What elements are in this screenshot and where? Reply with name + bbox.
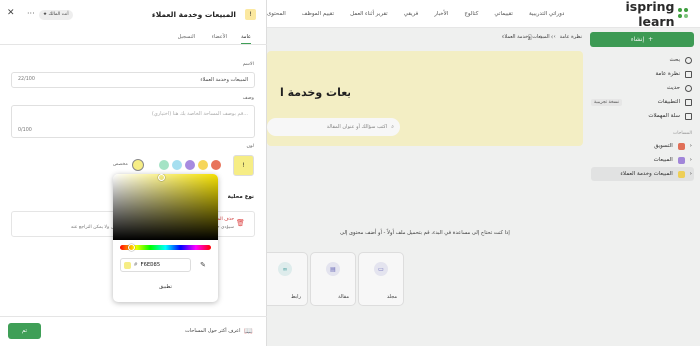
nav-item[interactable]: تقييماتي (494, 11, 513, 17)
space-settings-panel: ! المبيعات وخدمة العملاء ✕ ··· ★ أنت الم… (0, 0, 267, 346)
nav-item[interactable]: دوراتي التدريبية (529, 11, 564, 17)
custom-color-label: مخصص (113, 162, 128, 167)
hue-handle[interactable] (128, 244, 135, 251)
selected-color-preview[interactable]: ! (233, 155, 254, 176)
tab-general[interactable]: عامة (241, 34, 251, 44)
logo-icon (678, 7, 690, 20)
book-icon: 📖 (244, 327, 253, 335)
color-swatch[interactable] (172, 160, 182, 170)
color-label: لون (246, 144, 254, 149)
color-picker-popover: # F6ED85 ✎ تطبيق (113, 174, 218, 302)
description-placeholder: قم بوصف المساحة الخاصة بك هنا (اختياري).… (151, 111, 248, 117)
app-logo[interactable]: ispring learn (588, 0, 690, 29)
color-swatch[interactable] (198, 160, 208, 170)
close-icon[interactable]: ✕ (7, 8, 15, 18)
color-swatch[interactable] (185, 160, 195, 170)
nav-item[interactable]: المحتوى (267, 11, 286, 17)
name-label: الاسم (242, 62, 254, 67)
nav-item[interactable]: تقييم الموظف (302, 11, 334, 17)
description-counter: 0/100 (18, 128, 32, 133)
nav-item[interactable]: تقرير أثناء العمل (350, 11, 388, 17)
nav-item[interactable]: الأخبار (434, 11, 448, 17)
saturation-value-area[interactable] (113, 174, 218, 240)
hex-input[interactable]: # F6ED85 (120, 258, 191, 272)
description-field[interactable]: قم بوصف المساحة الخاصة بك هنا (اختياري).… (11, 105, 255, 138)
hex-value: F6ED85 (140, 262, 161, 268)
apply-button[interactable]: تطبيق (113, 284, 218, 290)
logo-text: ispring learn (625, 0, 675, 29)
color-handle[interactable] (158, 174, 165, 181)
tab-registration[interactable]: التسجيل (178, 34, 195, 40)
nav-item[interactable]: كتالوج (464, 11, 478, 17)
eyedropper-icon[interactable]: ✎ (197, 259, 209, 271)
owner-chip-label: أنت المالك (48, 12, 69, 17)
danger-section-title: نوع محلية (227, 194, 254, 200)
done-button[interactable]: تم (8, 323, 41, 339)
name-field[interactable]: المبيعات وخدمة العملاء 22/100 (11, 72, 255, 88)
nav-items: دوراتي التدريبية تقييماتي كتالوج الأخبار… (267, 11, 564, 17)
nav-item[interactable]: فريقي (404, 11, 419, 17)
tab-members[interactable]: الأعضاء (212, 34, 227, 40)
color-swatch[interactable] (211, 160, 221, 170)
hex-hash: # (134, 262, 138, 268)
owner-chip: ★ أنت المالك (39, 10, 73, 20)
learn-more-link[interactable]: اعرف أكثر حول المساحات (185, 328, 241, 334)
name-counter: 22/100 (18, 77, 35, 82)
space-emoji-icon[interactable]: ! (245, 9, 256, 20)
description-label: وصف (242, 96, 254, 101)
modal-overlay (267, 28, 700, 346)
name-value: المبيعات وخدمة العملاء (200, 77, 248, 83)
panel-tabs: عامة الأعضاء التسجيل (0, 31, 267, 45)
hex-color-swatch (124, 261, 131, 269)
panel-title: المبيعات وخدمة العملاء (151, 10, 236, 19)
trash-icon[interactable]: 🗑 (236, 219, 245, 227)
more-icon[interactable]: ··· (27, 9, 35, 18)
color-swatch[interactable] (159, 160, 169, 170)
top-navigation: ispring learn دوراتي التدريبية تقييماتي … (267, 0, 700, 29)
custom-color-swatch[interactable] (132, 159, 144, 171)
